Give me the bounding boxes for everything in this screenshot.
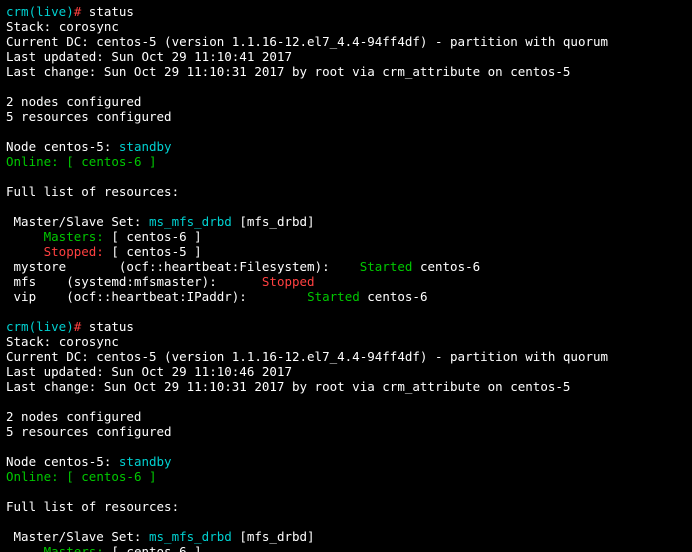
dc-line: Current DC: centos-5 (version 1.1.16-12.… bbox=[6, 349, 608, 364]
node-label: Node centos-5: bbox=[6, 454, 111, 469]
masters-value: [ centos-6 ] bbox=[111, 229, 201, 244]
node-label: Node centos-5: bbox=[6, 139, 111, 154]
masters-label: Masters: bbox=[6, 229, 104, 244]
resources-configured: 5 resources configured bbox=[6, 424, 172, 439]
node-state: standby bbox=[119, 139, 172, 154]
masters-label: Masters: bbox=[6, 544, 104, 552]
res-vip-status: Started bbox=[307, 289, 360, 304]
prompt-host: crm(live) bbox=[6, 319, 74, 334]
set-label: Master/Slave Set: bbox=[6, 214, 141, 229]
stack-label: Stack: bbox=[6, 19, 51, 34]
res-mfs-name: mfs bbox=[6, 274, 36, 289]
set-inner: [mfs_drbd] bbox=[239, 214, 314, 229]
prompt-host: crm(live) bbox=[6, 4, 74, 19]
set-label: Master/Slave Set: bbox=[6, 529, 141, 544]
stopped-value: [ centos-5 ] bbox=[111, 244, 201, 259]
online-value: [ centos-6 ] bbox=[66, 469, 156, 484]
set-inner: [mfs_drbd] bbox=[239, 529, 314, 544]
terminal-output[interactable]: crm(live)# status Stack: corosync Curren… bbox=[0, 0, 692, 552]
change-line: Last change: Sun Oct 29 11:10:31 2017 by… bbox=[6, 379, 570, 394]
res-mystore-status: Started bbox=[360, 259, 413, 274]
resources-configured: 5 resources configured bbox=[6, 109, 172, 124]
res-mfs-status: Stopped bbox=[262, 274, 315, 289]
masters-value: [ centos-6 ] bbox=[111, 544, 201, 552]
stopped-label: Stopped: bbox=[6, 244, 104, 259]
nodes-configured: 2 nodes configured bbox=[6, 409, 141, 424]
resources-header: Full list of resources: bbox=[6, 184, 179, 199]
res-mystore-name: mystore bbox=[6, 259, 66, 274]
nodes-configured: 2 nodes configured bbox=[6, 94, 141, 109]
res-vip-node: centos-6 bbox=[367, 289, 427, 304]
set-name: ms_mfs_drbd bbox=[149, 214, 232, 229]
stack-value: corosync bbox=[59, 19, 119, 34]
stack-value: corosync bbox=[59, 334, 119, 349]
prompt-symbol: # bbox=[74, 319, 82, 334]
set-name: ms_mfs_drbd bbox=[149, 529, 232, 544]
res-vip-type: (ocf::heartbeat:IPaddr): bbox=[66, 289, 247, 304]
online-label: Online: bbox=[6, 469, 59, 484]
res-mystore-type: (ocf::heartbeat:Filesystem): bbox=[119, 259, 330, 274]
online-label: Online: bbox=[6, 154, 59, 169]
res-mystore-node: centos-6 bbox=[420, 259, 480, 274]
node-state: standby bbox=[119, 454, 172, 469]
res-mfs-type: (systemd:mfsmaster): bbox=[66, 274, 217, 289]
updated-line: Last updated: Sun Oct 29 11:10:41 2017 bbox=[6, 49, 292, 64]
updated-line: Last updated: Sun Oct 29 11:10:46 2017 bbox=[6, 364, 292, 379]
stack-label: Stack: bbox=[6, 334, 51, 349]
command: status bbox=[89, 4, 134, 19]
dc-line: Current DC: centos-5 (version 1.1.16-12.… bbox=[6, 34, 608, 49]
prompt-symbol: # bbox=[74, 4, 82, 19]
online-value: [ centos-6 ] bbox=[66, 154, 156, 169]
command: status bbox=[89, 319, 134, 334]
change-line: Last change: Sun Oct 29 11:10:31 2017 by… bbox=[6, 64, 570, 79]
resources-header: Full list of resources: bbox=[6, 499, 179, 514]
res-vip-name: vip bbox=[6, 289, 36, 304]
